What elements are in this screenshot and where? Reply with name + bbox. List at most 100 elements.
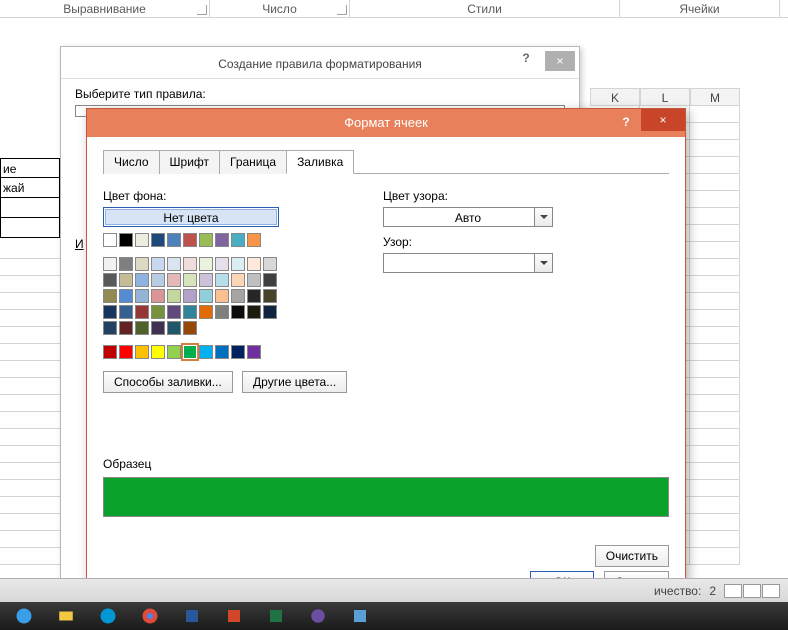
color-swatch[interactable] (247, 257, 261, 271)
color-swatch[interactable] (103, 289, 117, 303)
color-swatch[interactable] (215, 289, 229, 303)
color-swatch[interactable] (231, 257, 245, 271)
color-swatch[interactable] (231, 273, 245, 287)
color-swatch[interactable] (199, 257, 213, 271)
color-swatch[interactable] (199, 233, 213, 247)
color-swatch[interactable] (135, 321, 149, 335)
color-swatch[interactable] (151, 321, 165, 335)
color-swatch[interactable] (103, 233, 117, 247)
help-button[interactable]: ? (511, 47, 541, 69)
color-swatch[interactable] (231, 289, 245, 303)
powerpoint-icon[interactable] (214, 604, 254, 628)
tab-number[interactable]: Число (103, 150, 160, 174)
page-layout-view-icon[interactable] (743, 584, 761, 598)
excel-icon[interactable] (256, 604, 296, 628)
color-swatch[interactable] (183, 305, 197, 319)
chrome-icon[interactable] (130, 604, 170, 628)
clear-button[interactable]: Очистить (595, 545, 669, 567)
color-swatch[interactable] (119, 273, 133, 287)
color-swatch[interactable] (167, 345, 181, 359)
tab-border[interactable]: Граница (219, 150, 287, 174)
color-swatch[interactable] (183, 321, 197, 335)
color-swatch[interactable] (231, 233, 245, 247)
color-swatch[interactable] (215, 273, 229, 287)
color-swatch[interactable] (135, 345, 149, 359)
color-swatch[interactable] (135, 257, 149, 271)
color-swatch[interactable] (263, 289, 277, 303)
tab-font[interactable]: Шрифт (159, 150, 220, 174)
color-swatch[interactable] (167, 321, 181, 335)
cell[interactable]: ие (0, 158, 60, 178)
pattern-combo[interactable] (383, 253, 553, 273)
color-swatch[interactable] (103, 273, 117, 287)
fill-effects-button[interactable]: Способы заливки... (103, 371, 233, 393)
col-header[interactable]: M (690, 88, 740, 106)
color-swatch[interactable] (183, 257, 197, 271)
color-swatch[interactable] (119, 321, 133, 335)
close-button[interactable]: × (545, 51, 575, 71)
color-swatch[interactable] (247, 289, 261, 303)
color-swatch[interactable] (215, 305, 229, 319)
app-icon[interactable] (340, 604, 380, 628)
color-swatch[interactable] (119, 233, 133, 247)
color-swatch[interactable] (183, 289, 197, 303)
color-swatch[interactable] (183, 345, 197, 359)
color-swatch[interactable] (119, 289, 133, 303)
color-swatch[interactable] (199, 273, 213, 287)
color-swatch[interactable] (199, 305, 213, 319)
color-swatch[interactable] (135, 289, 149, 303)
color-swatch[interactable] (135, 273, 149, 287)
color-swatch[interactable] (247, 273, 261, 287)
cell[interactable] (0, 198, 60, 218)
color-swatch[interactable] (183, 233, 197, 247)
explorer-icon[interactable] (46, 604, 86, 628)
more-colors-button[interactable]: Другие цвета... (242, 371, 347, 393)
help-button[interactable]: ? (611, 109, 641, 131)
color-swatch[interactable] (199, 345, 213, 359)
pattern-color-combo[interactable]: Авто (383, 207, 553, 227)
hp-icon[interactable] (88, 604, 128, 628)
color-swatch[interactable] (231, 305, 245, 319)
color-swatch[interactable] (119, 305, 133, 319)
dialog-launcher-icon[interactable] (197, 5, 207, 15)
color-swatch[interactable] (135, 233, 149, 247)
color-swatch[interactable] (151, 345, 165, 359)
color-swatch[interactable] (151, 257, 165, 271)
color-swatch[interactable] (151, 233, 165, 247)
color-swatch[interactable] (247, 305, 261, 319)
color-swatch[interactable] (167, 305, 181, 319)
color-swatch[interactable] (263, 273, 277, 287)
color-swatch[interactable] (103, 305, 117, 319)
left-grid[interactable] (0, 242, 60, 582)
color-swatch[interactable] (103, 321, 117, 335)
close-button[interactable]: × (641, 109, 685, 131)
color-swatch[interactable] (167, 289, 181, 303)
cell[interactable]: жай (0, 178, 60, 198)
no-color-button[interactable]: Нет цвета (103, 207, 279, 227)
page-break-view-icon[interactable] (762, 584, 780, 598)
color-swatch[interactable] (215, 257, 229, 271)
color-swatch[interactable] (263, 257, 277, 271)
color-swatch[interactable] (119, 257, 133, 271)
color-swatch[interactable] (215, 345, 229, 359)
color-swatch[interactable] (103, 345, 117, 359)
color-swatch[interactable] (183, 273, 197, 287)
color-swatch[interactable] (167, 233, 181, 247)
color-swatch[interactable] (263, 305, 277, 319)
color-swatch[interactable] (247, 233, 261, 247)
color-swatch[interactable] (135, 305, 149, 319)
color-swatch[interactable] (151, 289, 165, 303)
start-button[interactable] (4, 604, 44, 628)
col-header[interactable]: K (590, 88, 640, 106)
normal-view-icon[interactable] (724, 584, 742, 598)
color-swatch[interactable] (151, 305, 165, 319)
color-swatch[interactable] (119, 345, 133, 359)
dialog-launcher-icon[interactable] (337, 5, 347, 15)
cell[interactable] (0, 218, 60, 238)
color-swatch[interactable] (199, 289, 213, 303)
color-swatch[interactable] (167, 257, 181, 271)
color-swatch[interactable] (167, 273, 181, 287)
color-swatch[interactable] (151, 273, 165, 287)
color-swatch[interactable] (103, 257, 117, 271)
col-header[interactable]: L (640, 88, 690, 106)
